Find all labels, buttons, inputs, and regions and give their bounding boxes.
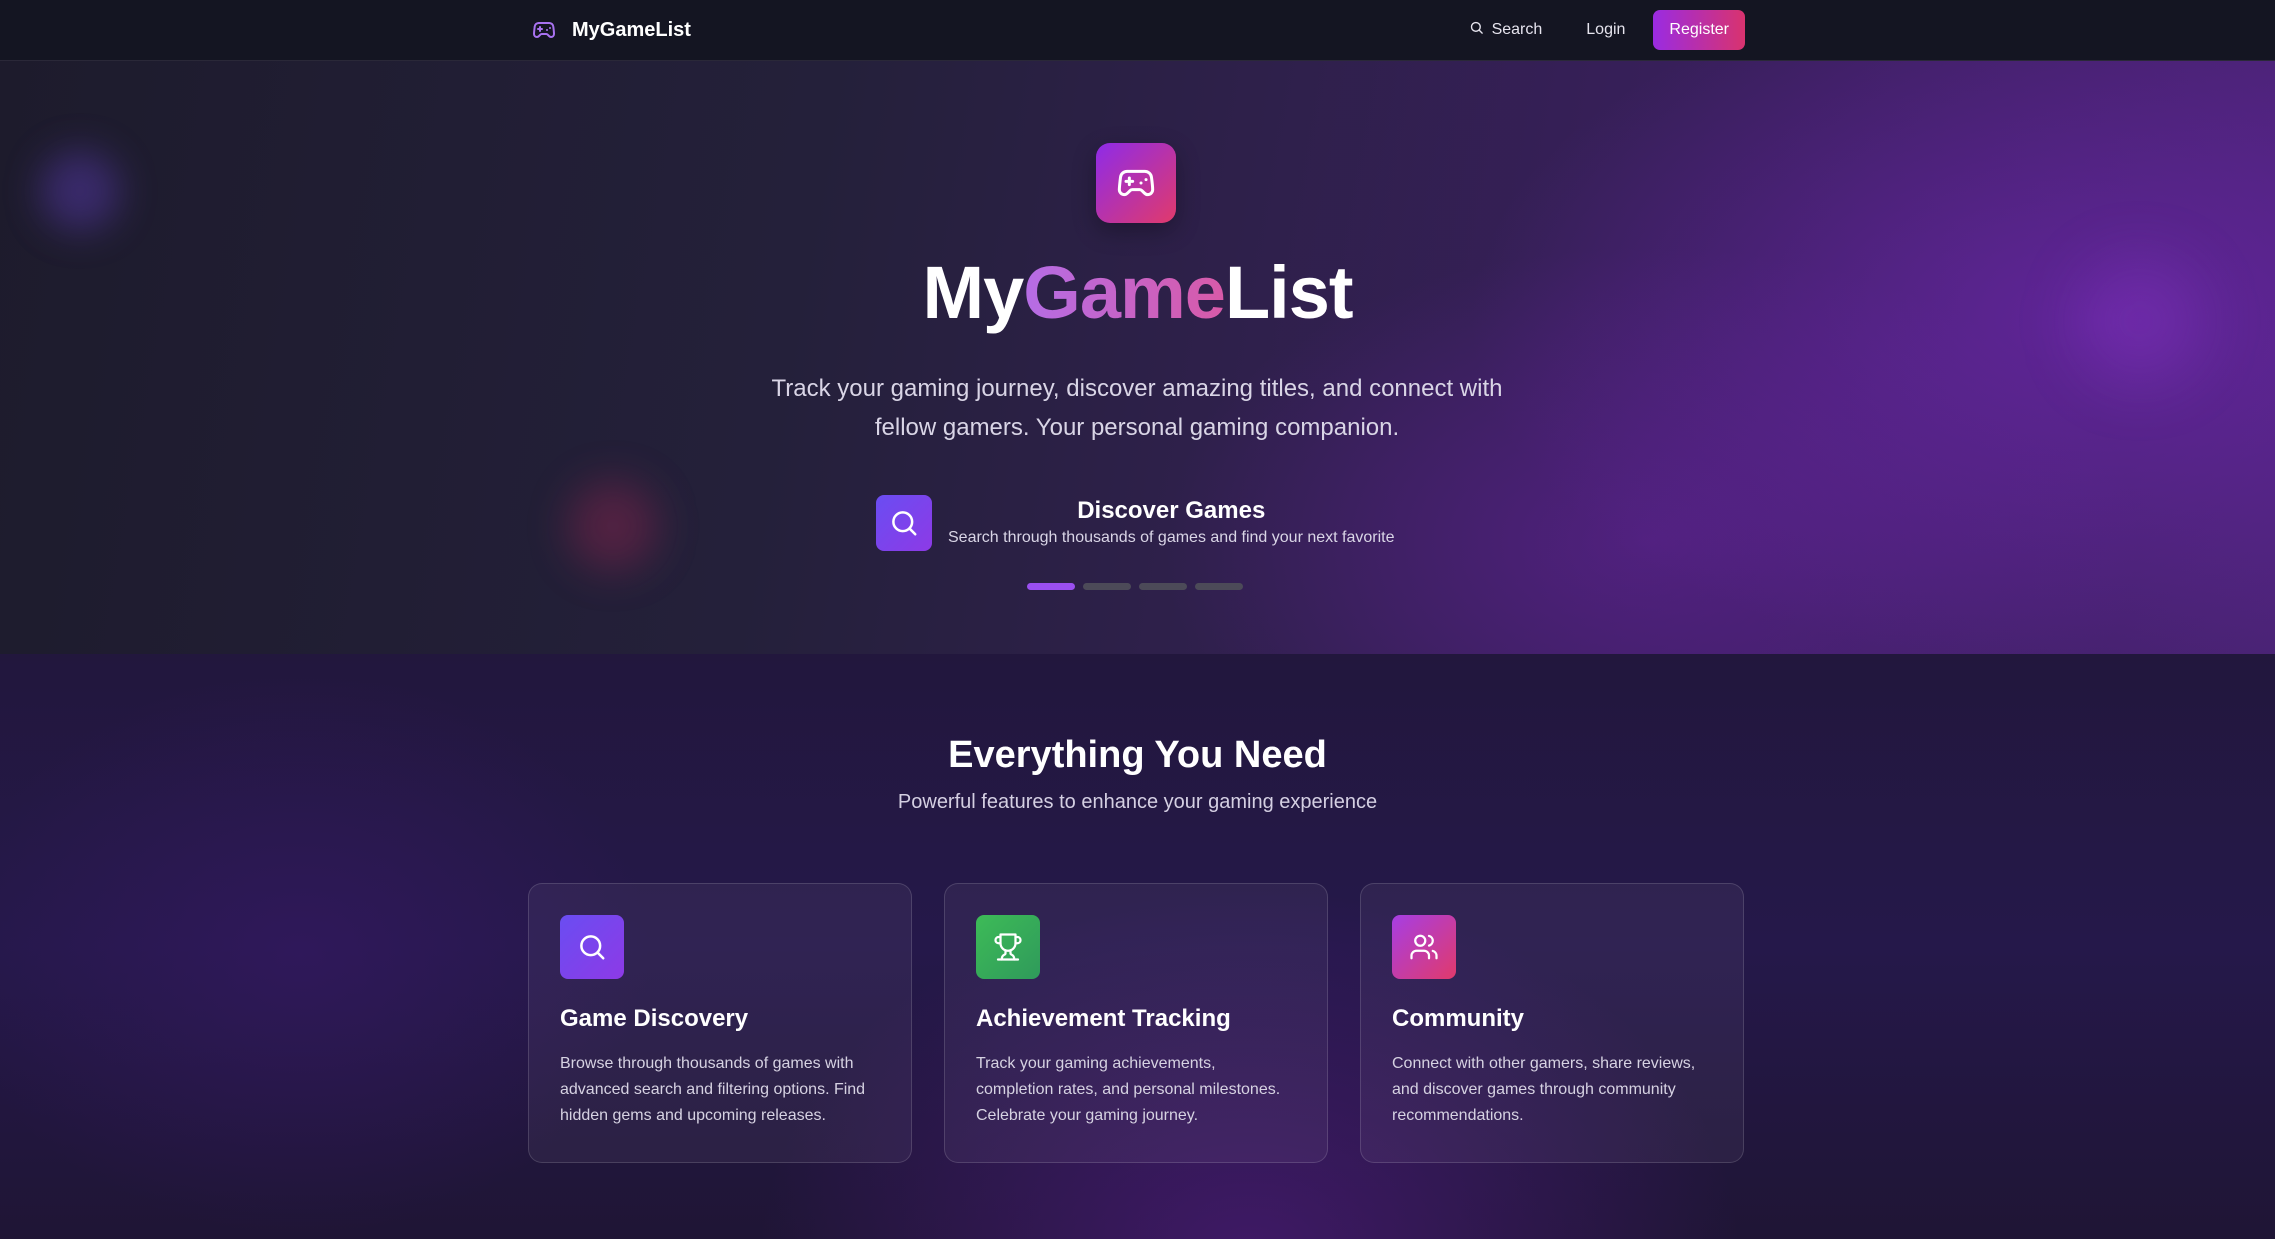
decorative-blob	[568, 481, 658, 571]
login-button[interactable]: Login	[1570, 10, 1641, 50]
search-icon	[876, 495, 932, 551]
features-section: Everything You Need Powerful features to…	[0, 654, 2275, 1239]
hero-subtitle: Track your gaming journey, discover amaz…	[771, 375, 1503, 441]
hero-title-part: List	[1224, 251, 1354, 334]
brand-name: MyGameList	[572, 18, 691, 41]
page: MyGameList Search Login Register MyGameL…	[0, 0, 2275, 1239]
hero-gamepad-icon	[1096, 143, 1176, 223]
carousel-dot-1[interactable]	[1027, 583, 1075, 590]
hero-section: MyGameList Track your gaming journey, di…	[0, 61, 2275, 654]
card-title: Game Discovery	[560, 1005, 749, 1032]
feature-carousel-slide: Discover Games Search through thousands …	[876, 495, 1395, 551]
carousel-dot-4[interactable]	[1195, 583, 1243, 590]
brand-link[interactable]: MyGameList	[528, 14, 691, 46]
feature-card-game-discovery: Game Discovery Browse through thousands …	[528, 883, 912, 1163]
carousel-dot-2[interactable]	[1083, 583, 1131, 590]
search-button[interactable]: Search	[1453, 10, 1559, 50]
carousel-indicators	[1027, 583, 1243, 590]
decorative-blob	[40, 151, 120, 231]
features-subtitle: Powerful features to enhance your gaming…	[897, 791, 1378, 813]
feature-card-achievement-tracking: Achievement Tracking Track your gaming a…	[944, 883, 1328, 1163]
hero-title: MyGameList	[0, 256, 2275, 330]
search-icon	[1469, 20, 1484, 40]
search-label: Search	[1491, 21, 1543, 38]
hero-title-part: My	[922, 251, 1024, 334]
card-description: Browse through thousands of games with a…	[560, 1055, 866, 1124]
nav-actions: Search Login Register	[1453, 10, 1745, 50]
card-title: Achievement Tracking	[976, 1005, 1231, 1032]
carousel-dot-3[interactable]	[1139, 583, 1187, 590]
slide-description: Search through thousands of games and fi…	[948, 529, 1395, 546]
slide-title: Discover Games	[1077, 497, 1266, 524]
hero-title-highlight: Game	[1023, 251, 1226, 334]
card-title: Community	[1392, 1005, 1524, 1032]
top-navbar: MyGameList Search Login Register	[0, 0, 2275, 61]
slide-text: Discover Games Search through thousands …	[948, 497, 1395, 549]
search-icon	[560, 915, 624, 979]
features-title: Everything You Need	[948, 734, 1327, 776]
gamepad-icon	[528, 14, 560, 46]
card-description: Connect with other gamers, share reviews…	[1392, 1055, 1696, 1124]
trophy-icon	[976, 915, 1040, 979]
feature-card-community: Community Connect with other gamers, sha…	[1360, 883, 1744, 1163]
users-icon	[1392, 915, 1456, 979]
register-button[interactable]: Register	[1653, 10, 1745, 50]
card-description: Track your gaming achievements, completi…	[976, 1055, 1281, 1124]
